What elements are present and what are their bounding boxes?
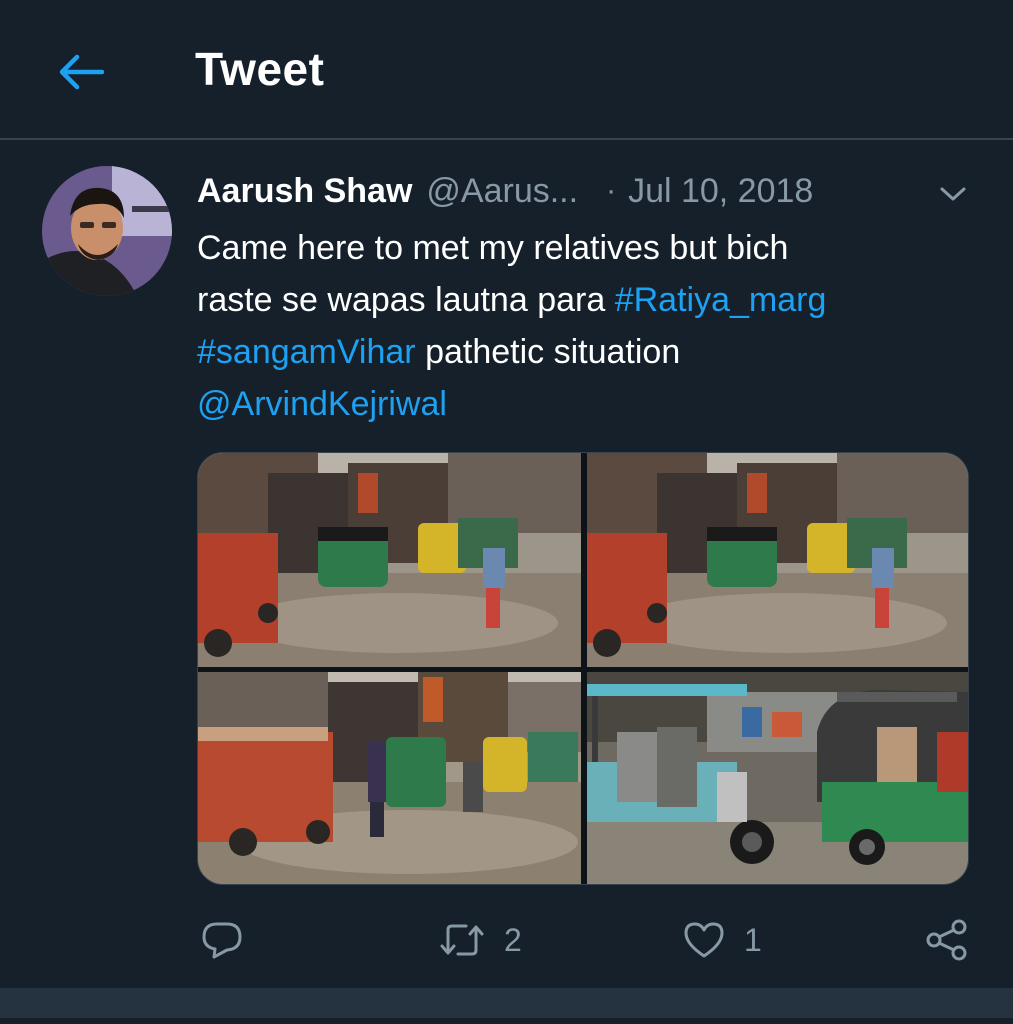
tweet-text-segment: raste se wapas lautna para bbox=[197, 281, 615, 319]
top-app-bar: Tweet bbox=[0, 0, 1013, 140]
photo-4[interactable] bbox=[587, 672, 968, 884]
retweet-count: 2 bbox=[504, 921, 522, 958]
chevron-down-icon bbox=[940, 187, 966, 201]
like-count: 1 bbox=[744, 921, 762, 958]
tweet-text-line-3: #sangamVihar pathetic situation bbox=[197, 326, 977, 378]
tweet-options-button[interactable] bbox=[931, 176, 975, 212]
page-title: Tweet bbox=[195, 43, 325, 95]
photo-2[interactable] bbox=[587, 453, 968, 667]
tweet-actions-bar: 2 1 bbox=[0, 905, 1013, 975]
retweet-button[interactable]: 2 bbox=[438, 915, 522, 965]
tweet-text-line-2: raste se wapas lautna para #Ratiya_marg bbox=[197, 274, 977, 326]
tweet-text-segment: pathetic situation bbox=[415, 333, 681, 371]
back-button[interactable] bbox=[52, 46, 110, 98]
tweet-meta-row: Aarush Shaw @Aarus... · Jul 10, 2018 bbox=[197, 168, 813, 214]
mention-link[interactable]: @ArvindKejriwal bbox=[197, 385, 447, 423]
author-display-name[interactable]: Aarush Shaw bbox=[197, 172, 412, 211]
tweet-text-line-1: Came here to met my relatives but bich bbox=[197, 229, 789, 267]
retweet-icon bbox=[440, 924, 484, 956]
tweet-date[interactable]: Jul 10, 2018 bbox=[628, 172, 813, 211]
photo-1[interactable] bbox=[198, 453, 581, 667]
photo-3[interactable] bbox=[198, 672, 581, 884]
hashtag-link[interactable]: #Ratiya_marg bbox=[615, 281, 827, 319]
meta-separator: · bbox=[606, 174, 617, 207]
street-photo-image bbox=[587, 672, 968, 884]
like-button[interactable]: 1 bbox=[682, 915, 762, 965]
tweet-text-line-4: @ArvindKejriwal bbox=[197, 378, 977, 430]
reply-icon bbox=[202, 922, 242, 959]
user-avatar-image bbox=[42, 166, 172, 296]
media-grid bbox=[197, 452, 969, 885]
share-button[interactable] bbox=[924, 915, 970, 965]
tweet-text: Came here to met my relatives but bich r… bbox=[197, 222, 977, 430]
street-photo-image bbox=[198, 453, 581, 667]
reply-composer-bar[interactable] bbox=[0, 988, 1013, 1018]
street-photo-image bbox=[198, 672, 581, 884]
author-handle[interactable]: @Aarus... bbox=[426, 172, 578, 211]
arrow-left-icon bbox=[59, 54, 104, 90]
avatar[interactable] bbox=[42, 166, 172, 296]
hashtag-link[interactable]: #sangamVihar bbox=[197, 333, 416, 371]
heart-icon bbox=[684, 922, 724, 958]
share-icon bbox=[926, 919, 967, 961]
tweet-detail-page: Tweet Aarush Shaw @Aarus... · Jul 10, 20… bbox=[0, 0, 1013, 1024]
street-photo-image bbox=[587, 453, 968, 667]
reply-button[interactable] bbox=[200, 915, 262, 965]
